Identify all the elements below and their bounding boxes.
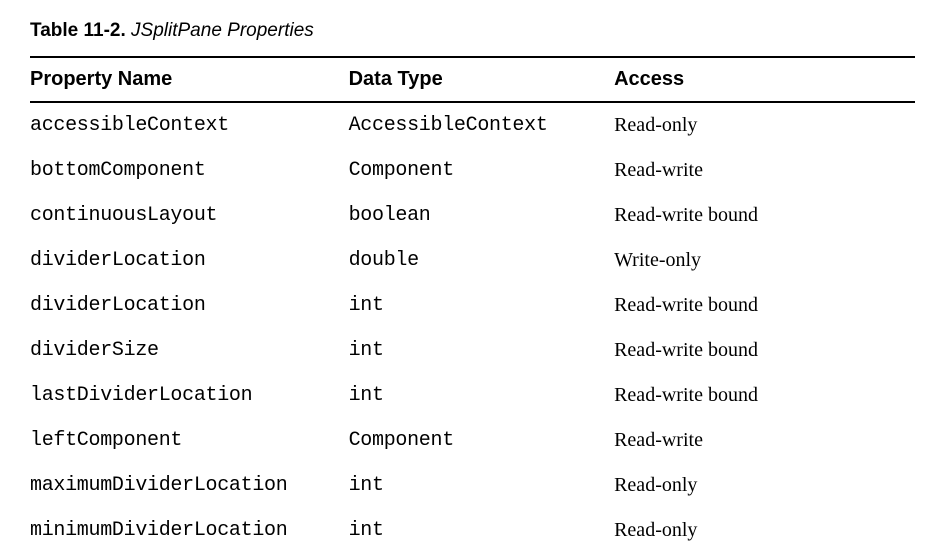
table-row: dividerLocationintRead-write bound [30, 283, 915, 328]
table-row: dividerSizeintRead-write bound [30, 328, 915, 373]
cell-property-name: accessibleContext [30, 102, 349, 148]
cell-data-type: Component [349, 418, 615, 463]
cell-data-type: int [349, 283, 615, 328]
cell-access: Read-only [614, 463, 915, 508]
cell-access: Read-write bound [614, 193, 915, 238]
table-row: minimumDividerLocationintRead-only [30, 508, 915, 553]
cell-property-name: dividerLocation [30, 283, 349, 328]
table-row: maximumDividerLocationintRead-only [30, 463, 915, 508]
col-header-datatype: Data Type [349, 57, 615, 102]
cell-property-name: dividerSize [30, 328, 349, 373]
table-row: lastDividerLocationintRead-write bound [30, 373, 915, 418]
cell-access: Read-write bound [614, 328, 915, 373]
cell-access: Read-only [614, 508, 915, 553]
cell-data-type: int [349, 463, 615, 508]
cell-data-type: int [349, 508, 615, 553]
cell-data-type: double [349, 238, 615, 283]
caption-label: Table 11-2. [30, 20, 126, 41]
cell-data-type: int [349, 373, 615, 418]
cell-property-name: bottomComponent [30, 148, 349, 193]
cell-data-type: int [349, 328, 615, 373]
table-row: dividerLocationdoubleWrite-only [30, 238, 915, 283]
cell-property-name: continuousLayout [30, 193, 349, 238]
cell-data-type: Component [349, 148, 615, 193]
cell-access: Read-only [614, 102, 915, 148]
table-caption: Table 11-2. JSplitPane Properties [30, 20, 915, 42]
col-header-access: Access [614, 57, 915, 102]
cell-access: Read-write bound [614, 373, 915, 418]
col-header-property: Property Name [30, 57, 349, 102]
cell-access: Read-write [614, 148, 915, 193]
table-row: bottomComponentComponentRead-write [30, 148, 915, 193]
table-row: accessibleContextAccessibleContextRead-o… [30, 102, 915, 148]
cell-data-type: AccessibleContext [349, 102, 615, 148]
table-row: leftComponentComponentRead-write [30, 418, 915, 463]
header-row: Property Name Data Type Access [30, 57, 915, 102]
cell-data-type: boolean [349, 193, 615, 238]
cell-property-name: lastDividerLocation [30, 373, 349, 418]
cell-property-name: maximumDividerLocation [30, 463, 349, 508]
cell-access: Read-write [614, 418, 915, 463]
caption-title: JSplitPane Properties [131, 20, 314, 41]
properties-table: Property Name Data Type Access accessibl… [30, 56, 915, 553]
table-row: continuousLayoutbooleanRead-write bound [30, 193, 915, 238]
cell-access: Read-write bound [614, 283, 915, 328]
cell-property-name: leftComponent [30, 418, 349, 463]
cell-property-name: minimumDividerLocation [30, 508, 349, 553]
cell-property-name: dividerLocation [30, 238, 349, 283]
cell-access: Write-only [614, 238, 915, 283]
